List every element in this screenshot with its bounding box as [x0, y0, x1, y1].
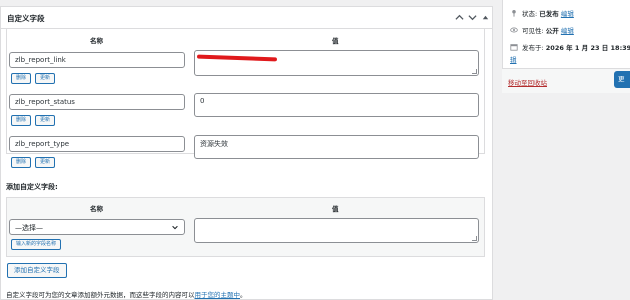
field-value-textarea[interactable]: 0	[194, 93, 479, 117]
field-key-input[interactable]: zlb_report_status	[9, 94, 185, 110]
date-edit-link[interactable]: 辑	[510, 54, 517, 64]
field-value-textarea[interactable]: 资源失效	[194, 135, 479, 159]
calendar-icon	[510, 44, 518, 51]
new-field-value-textarea[interactable]	[194, 218, 479, 243]
theme-docs-link[interactable]: 用于您的主题中	[195, 291, 241, 299]
update-button[interactable]: 更新	[35, 115, 56, 126]
enter-new-field-button[interactable]: 输入新的字段名称	[11, 239, 62, 250]
visibility-edit-link[interactable]: 编辑	[561, 27, 574, 35]
delete-button[interactable]: 删除	[11, 157, 32, 168]
add-custom-field-button[interactable]: 添加自定义字段	[7, 263, 67, 278]
status-row: 状态: 已发布 编辑	[510, 8, 574, 18]
eye-icon	[510, 27, 518, 33]
column-header-name: 名称	[90, 205, 103, 213]
footnote: 自定义字段可为您的文章添加额外元数据，而这些字段的内容可以用于您的主题中。	[6, 289, 247, 299]
field-key-input[interactable]: zlb_report_type	[9, 136, 185, 152]
add-field-heading: 添加自定义字段:	[6, 183, 58, 191]
column-header-value: 值	[332, 37, 339, 45]
move-to-trash-link[interactable]: 移动至回收站	[508, 77, 547, 87]
metabox-title: 自定义字段	[7, 14, 45, 23]
date-row: 发布于: 2026 年 1 月 23 日 18:39	[510, 42, 630, 52]
delete-button[interactable]: 删除	[11, 73, 32, 84]
field-value-textarea[interactable]	[194, 50, 479, 76]
footnote-text: 自定义字段可为您的文章添加额外元数据，而这些字段的内容可以	[6, 291, 195, 299]
pin-icon	[512, 10, 516, 17]
move-down-icon[interactable]	[466, 11, 478, 24]
move-up-icon[interactable]	[453, 11, 465, 24]
metabox-header: 自定义字段	[1, 7, 492, 29]
footnote-end: 。	[240, 291, 247, 299]
delete-button[interactable]: 删除	[11, 115, 32, 126]
select-value: —选择—	[15, 224, 43, 232]
field-key-input[interactable]: zlb_report_link	[9, 52, 185, 68]
update-button[interactable]: 更新	[35, 157, 56, 168]
update-post-button[interactable]: 更	[614, 71, 630, 88]
column-header-name: 名称	[90, 37, 103, 45]
update-button[interactable]: 更新	[35, 73, 56, 84]
field-key-select[interactable]: —选择—	[9, 219, 185, 235]
status-edit-link[interactable]: 编辑	[561, 10, 574, 18]
collapse-toggle-icon[interactable]	[479, 11, 491, 24]
column-header-value: 值	[332, 205, 339, 213]
chevron-down-icon	[172, 225, 178, 230]
visibility-row: 可见性: 公开 编辑	[510, 25, 574, 35]
